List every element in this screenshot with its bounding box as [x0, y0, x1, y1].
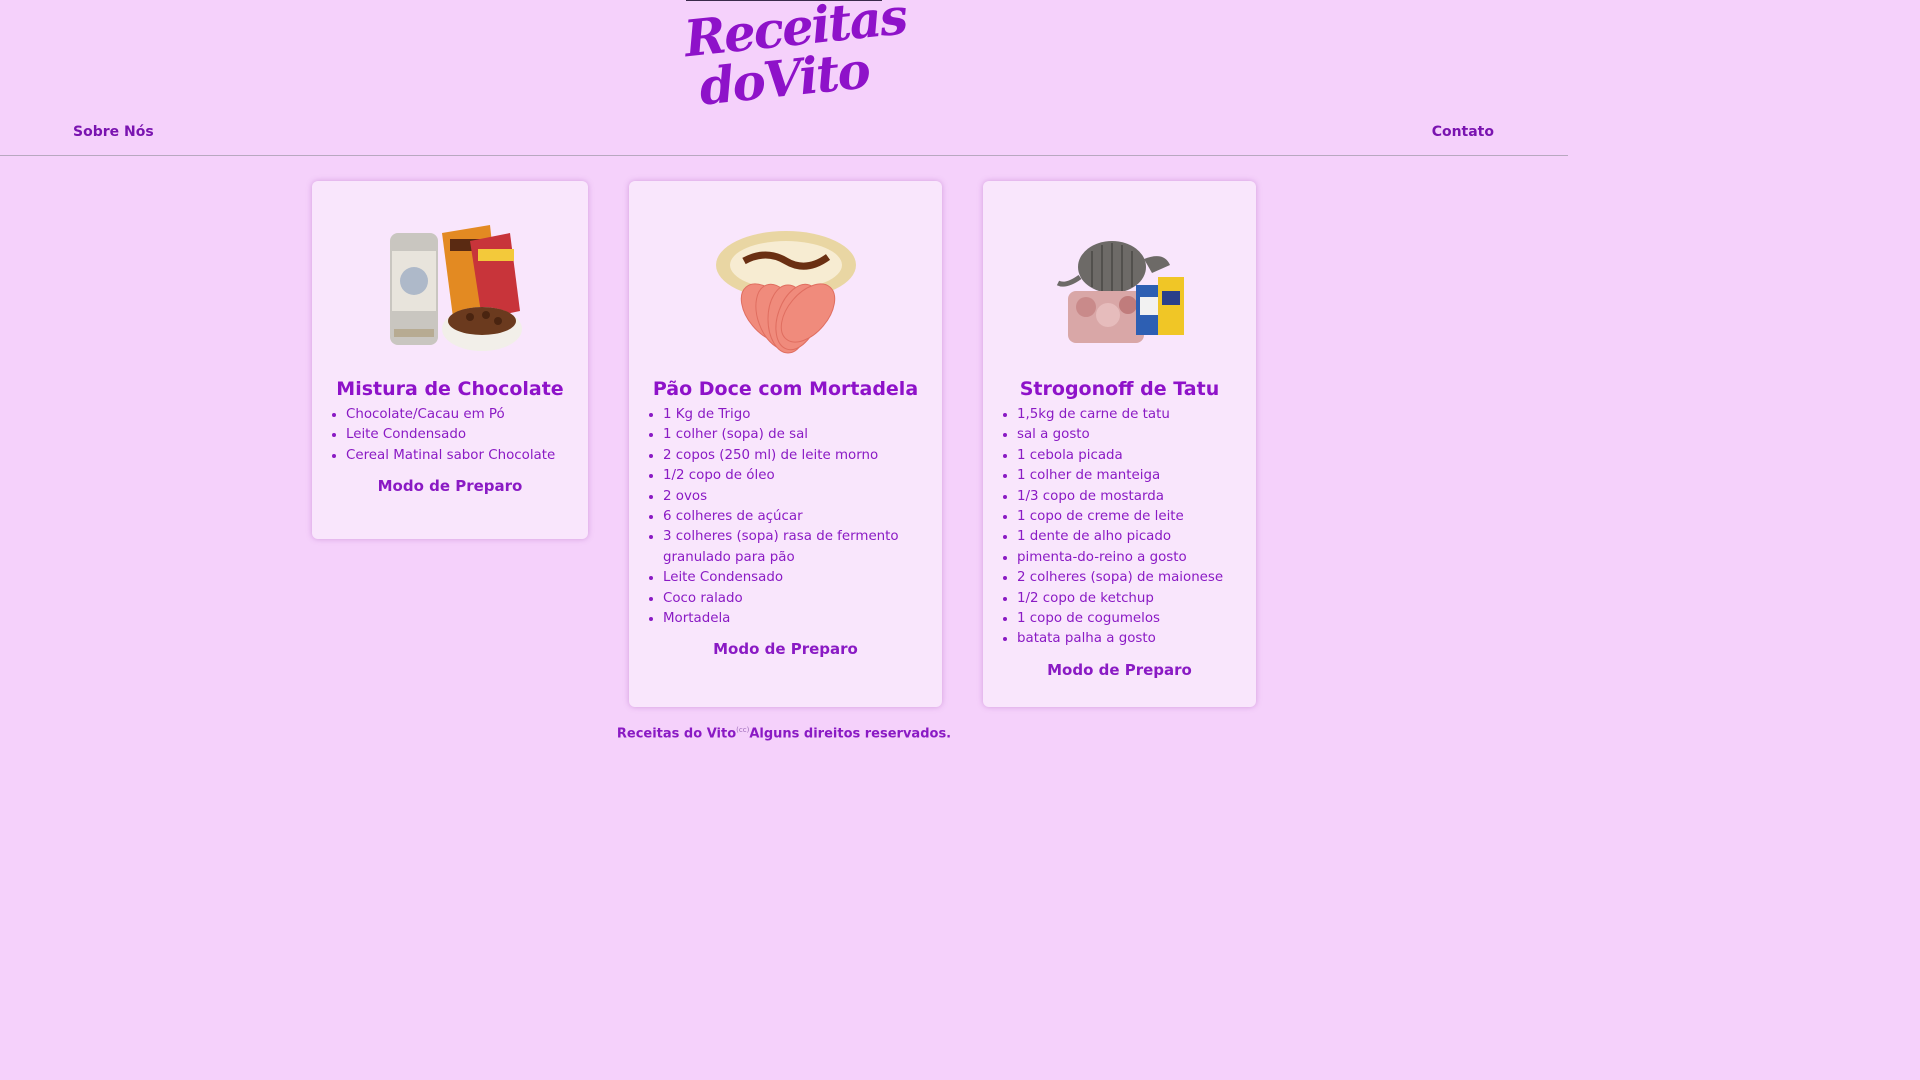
strogonoff-tatu-image [1056, 241, 1184, 343]
nav-sobre-nos-link[interactable]: Sobre Nós [73, 124, 154, 140]
ingredient-item: 1 copo de creme de leite [1017, 507, 1267, 527]
ingredient-item: sal a gosto [1017, 425, 1267, 445]
creative-commons-icon: (cc) [736, 726, 750, 734]
ingredient-item: Chocolate/Cacau em Pó [346, 405, 594, 425]
ingredient-item: batata palha a gosto [1017, 629, 1267, 649]
ingredient-item: 2 copos (250 ml) de leite morno [663, 446, 948, 466]
ingredient-item: 1 dente de alho picado [1017, 527, 1267, 547]
ingredient-item: 1,5kg de carne de tatu [1017, 405, 1267, 425]
footer-rights: Alguns direitos reservados. [749, 726, 952, 742]
ingredient-item: Leite Condensado [346, 425, 594, 445]
recipe-card-pao-doce: Pão Doce com Mortadela 1 Kg de Trigo 1 c… [629, 181, 942, 707]
ingredient-item: 1/2 copo de ketchup [1017, 589, 1267, 609]
recipe-card-chocolate: Mistura de Chocolate Chocolate/Cacau em … [312, 181, 588, 539]
ingredient-list: 1 Kg de Trigo 1 colher (sopa) de sal 2 c… [645, 405, 948, 629]
ingredient-item: 2 colheres (sopa) de maionese [1017, 568, 1267, 588]
chocolate-mix-image [390, 225, 522, 351]
recipe-title: Strogonoff de Tatu [1019, 378, 1220, 400]
ingredient-item: Cereal Matinal sabor Chocolate [346, 446, 594, 466]
ingredient-item: 1 colher (sopa) de sal [663, 425, 948, 445]
ingredient-item: 2 ovos [663, 487, 948, 507]
ingredient-item: 1 copo de cogumelos [1017, 609, 1267, 629]
recipe-title: Mistura de Chocolate [336, 378, 564, 400]
ingredient-item: 6 colheres de açúcar [663, 507, 948, 527]
modo-de-preparo-link[interactable]: Modo de Preparo [312, 477, 588, 495]
ingredient-item: 1 colher de manteiga [1017, 466, 1267, 486]
logo-line-2: doVito [696, 40, 872, 117]
footer-brand: Receitas do Vito [616, 726, 737, 742]
ingredient-list: Chocolate/Cacau em Pó Leite Condensado C… [328, 405, 594, 466]
nav-contato-link[interactable]: Contato [1432, 124, 1494, 140]
recipe-card-strogonoff: Strogonoff de Tatu 1,5kg de carne de tat… [983, 181, 1256, 707]
ingredient-item: Leite Condensado [663, 568, 948, 588]
ingredient-item: Mortadela [663, 609, 948, 629]
ingredient-item: Coco ralado [663, 589, 948, 609]
header-divider [0, 155, 1568, 156]
modo-de-preparo-link[interactable]: Modo de Preparo [983, 661, 1256, 679]
recipe-title: Pão Doce com Mortadela [652, 378, 919, 400]
ingredient-item: 1/2 copo de óleo [663, 466, 948, 486]
footer: Receitas do Vito(cc)Alguns direitos rese… [0, 726, 1568, 741]
ingredient-item: pimenta-do-reino a gosto [1017, 548, 1267, 568]
ingredient-list: 1,5kg de carne de tatu sal a gosto 1 ceb… [999, 405, 1267, 650]
ingredient-item: 3 colheres (sopa) rasa de fermento granu… [663, 527, 948, 568]
ingredient-item: 1/3 copo de mostarda [1017, 487, 1267, 507]
modo-de-preparo-link[interactable]: Modo de Preparo [629, 640, 942, 658]
ingredient-item: 1 Kg de Trigo [663, 405, 948, 425]
site-logo[interactable]: Receitas doVito [681, 0, 908, 117]
pao-doce-mortadela-image [715, 231, 856, 354]
ingredient-item: 1 cebola picada [1017, 446, 1267, 466]
